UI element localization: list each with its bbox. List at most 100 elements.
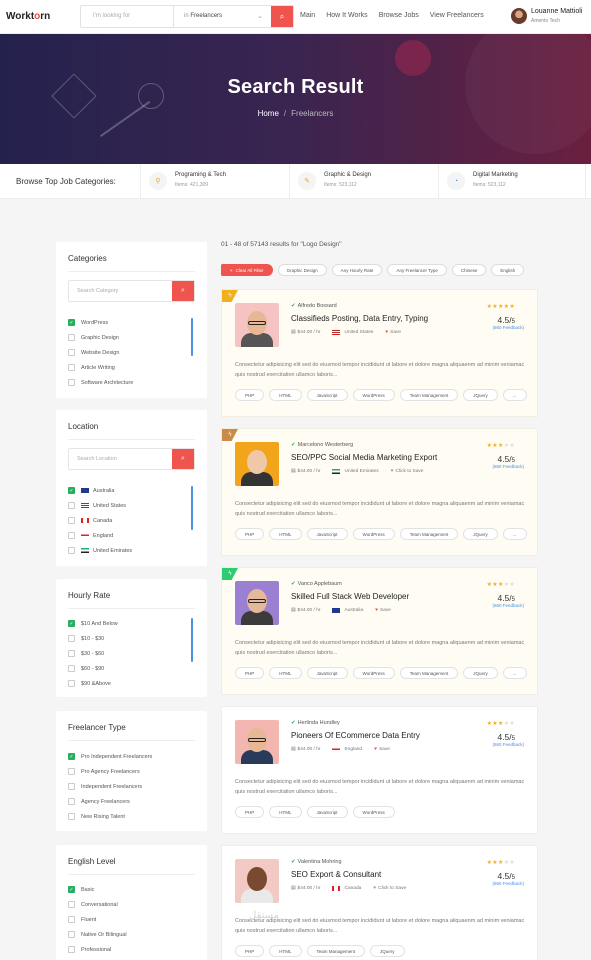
checkbox[interactable] <box>68 635 75 642</box>
freelancer-card[interactable]: ϟ ✔ Marcelono Westerberg SEO/PPC Social Med… <box>221 428 538 556</box>
skill-tag[interactable]: HTML <box>269 667 302 679</box>
option-pro-agency[interactable]: Pro Agency Freelancers <box>68 764 195 779</box>
category-search-button[interactable]: ⌕ <box>172 281 194 301</box>
checkbox[interactable] <box>68 783 75 790</box>
nav-main[interactable]: Main <box>300 12 315 19</box>
feedback-link[interactable]: (860 Feedback) <box>492 464 524 469</box>
skill-tag[interactable]: HTML <box>269 945 302 957</box>
option-native[interactable]: Native Or Bilingual <box>68 927 195 942</box>
search-button[interactable]: ⌕ <box>271 6 293 27</box>
filter-chip[interactable]: Any Hourly Rate <box>331 264 383 276</box>
skill-tag[interactable]: Team Management <box>306 945 366 957</box>
checkbox[interactable] <box>68 813 75 820</box>
option-graphic-design[interactable]: Graphic Design <box>68 330 195 345</box>
checkbox[interactable] <box>68 334 75 341</box>
skill-tag[interactable]: JQuery <box>463 528 498 540</box>
job-title[interactable]: SEO Export & Consultant <box>291 870 381 879</box>
option-90-above[interactable]: $90 &Above <box>68 676 195 691</box>
option-agency[interactable]: Agency Freelancers <box>68 794 195 809</box>
checkbox[interactable] <box>68 916 75 923</box>
freelancer-card[interactable]: ϟ ✔ Vanco Applebaum Skilled Full Stack Web … <box>221 567 538 695</box>
checkbox[interactable]: ✓ <box>68 753 75 760</box>
skill-tag[interactable]: WordPress <box>352 667 395 679</box>
option-pro-independent[interactable]: ✓ Pro Independent Freelancers <box>68 749 195 764</box>
nav-browse-jobs[interactable]: Browse Jobs <box>379 12 419 19</box>
option-basic[interactable]: ✓ Basic <box>68 882 195 897</box>
job-title[interactable]: Pioneers Of ECommerce Data Entry <box>291 731 420 740</box>
skill-tag[interactable]: JavaScript <box>306 528 348 540</box>
checkbox[interactable] <box>68 665 75 672</box>
feedback-link[interactable]: (860 Feedback) <box>492 881 524 886</box>
checkbox[interactable] <box>68 379 75 386</box>
skill-tag[interactable]: JQuery <box>463 667 498 679</box>
category-programming[interactable]: ⚲ Programing & Tech Items: 421,309 <box>140 164 288 199</box>
skill-tag[interactable]: HTML <box>269 389 302 401</box>
skill-tag[interactable]: WordPress <box>352 806 395 818</box>
filter-chip[interactable]: Chinese <box>451 264 487 276</box>
freelancer-card[interactable]: ✔ Herlinda Hundley Pioneers Of ECommerce D… <box>221 706 538 834</box>
checkbox[interactable] <box>68 798 75 805</box>
checkbox[interactable]: ✓ <box>68 319 75 326</box>
skill-tag[interactable]: ... <box>502 389 527 401</box>
checkbox[interactable] <box>68 901 75 908</box>
freelancer-name[interactable]: ✔ Herlinda Hundley <box>291 720 340 726</box>
freelancer-photo[interactable] <box>235 303 279 347</box>
skill-tag[interactable]: PHP <box>235 389 265 401</box>
skill-tag[interactable]: JQuery <box>463 389 498 401</box>
checkbox[interactable]: ✓ <box>68 886 75 893</box>
skill-tag[interactable]: PHP <box>235 945 265 957</box>
skill-tag[interactable]: PHP <box>235 528 265 540</box>
search-input[interactable]: I'm looking for <box>81 6 174 27</box>
option-england[interactable]: England <box>68 528 195 543</box>
freelancer-photo[interactable] <box>235 720 279 764</box>
save-button[interactable]: ♥ Click to Save <box>373 886 406 891</box>
checkbox[interactable] <box>68 502 75 509</box>
skill-tag[interactable]: WordPress <box>352 528 395 540</box>
nav-how-it-works[interactable]: How It Works <box>326 12 368 19</box>
option-10-below[interactable]: ✓ $10 And Below <box>68 616 195 631</box>
freelancer-card[interactable]: ϟ ✔ Alfredo Bossard Classifieds Posting, Da… <box>221 289 538 417</box>
checkbox[interactable] <box>68 349 75 356</box>
skill-tag[interactable]: Team Management <box>399 667 459 679</box>
skill-tag[interactable]: JavaScript <box>306 806 348 818</box>
feedback-link[interactable]: (860 Feedback) <box>492 603 524 608</box>
option-article-writing[interactable]: Article Writing <box>68 360 195 375</box>
option-professional[interactable]: Professional <box>68 942 195 957</box>
breadcrumb-home[interactable]: Home <box>258 109 279 118</box>
nav-view-freelancers[interactable]: View Freelancers <box>430 12 484 19</box>
skill-tag[interactable]: Team Management <box>399 528 459 540</box>
skill-tag[interactable]: ... <box>502 528 527 540</box>
freelancer-name[interactable]: ✔ Vanco Applebaum <box>291 581 342 587</box>
freelancer-name[interactable]: ✔ Alfredo Bossard <box>291 303 337 309</box>
save-button[interactable]: ♥ Save <box>385 330 401 335</box>
option-10-30[interactable]: $10 - $30 <box>68 631 195 646</box>
job-title[interactable]: Classifieds Posting, Data Entry, Typing <box>291 314 428 323</box>
option-new-rising[interactable]: New Rising Talent <box>68 809 195 824</box>
filter-chip[interactable]: Any Freelancer Type <box>387 264 447 276</box>
checkbox[interactable]: ✓ <box>68 487 75 494</box>
filter-chip[interactable]: English <box>491 264 525 276</box>
skill-tag[interactable]: PHP <box>235 667 265 679</box>
freelancer-name[interactable]: ✔ Marcelono Westerberg <box>291 442 353 448</box>
checkbox[interactable] <box>68 680 75 687</box>
save-button[interactable]: ♥ Save <box>374 747 390 752</box>
option-conversational[interactable]: Conversational <box>68 897 195 912</box>
option-canada[interactable]: Canada <box>68 513 195 528</box>
user-menu[interactable]: Louanne Mattioli Amento Tech <box>511 7 591 27</box>
job-title[interactable]: SEO/PPC Social Media Marketing Export <box>291 453 437 462</box>
option-australia[interactable]: ✓ Australia <box>68 483 195 498</box>
freelancer-name[interactable]: ✔ Valentina Mohring <box>291 859 342 865</box>
feedback-link[interactable]: (860 Feedback) <box>492 325 524 330</box>
job-title[interactable]: Skilled Full Stack Web Developer <box>291 592 409 601</box>
skill-tag[interactable]: HTML <box>269 806 302 818</box>
skill-tag[interactable]: WordPress <box>352 389 395 401</box>
checkbox[interactable] <box>68 364 75 371</box>
option-software-architecture[interactable]: Software Architecture <box>68 375 195 390</box>
location-search-input[interactable]: Search Location <box>69 449 172 469</box>
search-scope-select[interactable]: in Freelancers ⌄ <box>174 6 271 27</box>
category-marketing[interactable]: ◔ Digital Marketing Items: 523,112 <box>438 164 586 199</box>
logo[interactable]: Worktorn <box>6 11 50 22</box>
skill-tag[interactable]: ... <box>502 667 527 679</box>
checkbox[interactable] <box>68 931 75 938</box>
checkbox[interactable] <box>68 547 75 554</box>
